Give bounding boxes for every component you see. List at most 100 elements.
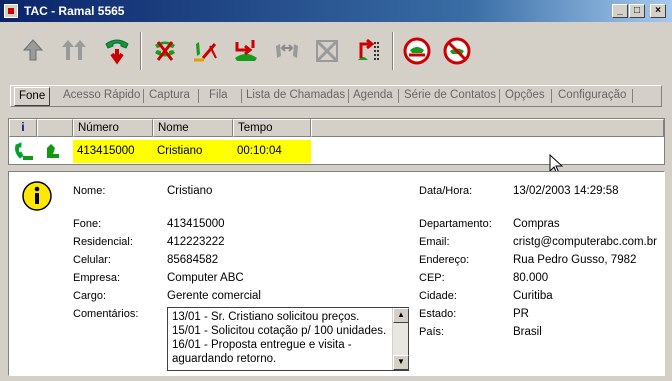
tab-separator <box>398 89 399 103</box>
tab-fone[interactable]: Fone <box>14 87 51 106</box>
conference-button[interactable] <box>308 32 346 70</box>
label-estado: Estado: <box>419 308 457 320</box>
contact-detail-panel: Nome: Cristiano Fone: 413415000 Residenc… <box>8 171 665 376</box>
call-numero[interactable]: 413415000 <box>73 140 153 163</box>
value-pais: Brasil <box>513 326 542 338</box>
column-header-tempo[interactable]: Tempo <box>233 119 311 137</box>
tab-acesso-rapido[interactable]: Acesso Rápido <box>63 89 140 104</box>
tab-agenda[interactable]: Agenda <box>353 89 393 104</box>
comments-scrollbar[interactable]: ▲ ▼ <box>392 308 409 370</box>
call-list[interactable]: i Número Nome Tempo 413415000 Cristiano … <box>8 118 665 165</box>
tab-separator <box>143 89 144 103</box>
answer-call-icon <box>22 39 44 61</box>
value-celular: 85684582 <box>167 254 219 266</box>
label-comentarios: Comentários: <box>73 308 139 320</box>
reject-call-button[interactable] <box>146 32 184 70</box>
label-endereco: Endereço: <box>419 254 470 266</box>
tab-fila[interactable]: Fila <box>209 89 228 104</box>
redirect-call-button[interactable] <box>349 32 387 70</box>
value-residencial: 412223222 <box>167 236 225 248</box>
call-tempo[interactable]: 00:10:04 <box>233 140 311 163</box>
call-nome[interactable]: Cristiano <box>153 140 233 163</box>
close-button[interactable]: × <box>650 4 666 18</box>
answer-conference-icon <box>62 40 86 60</box>
tab-separator <box>241 89 242 103</box>
answer-conference-button[interactable] <box>55 32 93 70</box>
do-not-disturb-icon <box>403 37 431 65</box>
info-icon <box>21 180 53 215</box>
hold-call-icon <box>194 42 217 62</box>
tab-captura[interactable]: Captura <box>149 89 190 104</box>
label-residencial: Residencial: <box>73 236 133 248</box>
comment-line: 15/01 - Solicitou cotação p/ 100 unidade… <box>172 325 387 337</box>
window-title: TAC - Ramal 5565 <box>24 4 125 18</box>
label-email: Email: <box>419 236 450 248</box>
conference-icon <box>315 39 339 63</box>
label-nome: Nome: <box>73 185 106 197</box>
label-departamento: Departamento: <box>419 218 492 230</box>
call-direction-icon[interactable] <box>43 140 65 163</box>
maximize-button[interactable]: □ <box>629 4 645 18</box>
minimize-button[interactable]: _ <box>612 4 628 18</box>
title-bar[interactable]: TAC - Ramal 5565 _ □ × <box>0 0 672 22</box>
comment-line: aguardando retorno. <box>172 353 277 365</box>
column-header-numero[interactable]: Número <box>73 119 153 137</box>
label-empresa: Empresa: <box>73 272 121 284</box>
tab-separator <box>198 89 199 103</box>
block-calls-button[interactable] <box>438 32 476 70</box>
do-not-disturb-button[interactable] <box>398 32 436 70</box>
value-cargo: Gerente comercial <box>167 290 261 302</box>
redirect-call-icon <box>358 38 379 60</box>
tab-separator <box>499 89 500 103</box>
label-data-hora: Data/Hora: <box>419 185 473 197</box>
label-fone: Fone: <box>73 218 102 230</box>
tab-configuracao[interactable]: Configuração <box>558 89 626 104</box>
hold-call-button[interactable] <box>186 32 224 70</box>
tab-separator <box>632 89 633 103</box>
value-departamento: Compras <box>513 218 560 230</box>
label-cep: CEP: <box>419 272 445 284</box>
column-header-nome[interactable]: Nome <box>153 119 233 137</box>
block-calls-icon <box>443 37 471 65</box>
pickup-button[interactable] <box>268 32 306 70</box>
pickup-icon <box>276 44 298 58</box>
tab-separator <box>348 89 349 103</box>
value-endereco: Rua Pedro Gusso, 7982 <box>513 254 637 266</box>
incoming-call-icon <box>47 144 59 158</box>
reject-call-icon <box>155 41 175 61</box>
label-cargo: Cargo: <box>73 290 107 302</box>
app-icon[interactable] <box>4 4 18 18</box>
answer-call-button[interactable] <box>14 32 52 70</box>
value-cidade: Curitiba <box>513 290 553 302</box>
toolbar <box>2 24 670 78</box>
toolbar-separator <box>392 32 394 70</box>
scroll-up-button[interactable]: ▲ <box>393 308 409 323</box>
value-estado: PR <box>513 308 529 320</box>
scroll-down-button[interactable]: ▼ <box>393 355 409 370</box>
transfer-call-icon <box>235 40 257 61</box>
tab-lista-de-chamadas[interactable]: Lista de Chamadas <box>246 89 345 104</box>
comments-textarea[interactable]: 13/01 - Sr. Cristiano solicitou preços. … <box>167 307 409 371</box>
tab-serie-de-contatos[interactable]: Série de Contatos <box>404 89 496 104</box>
call-status-icon[interactable] <box>11 140 37 163</box>
hangup-button[interactable] <box>98 32 136 70</box>
hangup-icon <box>105 39 129 65</box>
value-nome: Cristiano <box>167 185 213 197</box>
value-data-hora: 13/02/2003 14:29:58 <box>513 185 619 197</box>
value-fone: 413415000 <box>167 218 225 230</box>
label-pais: País: <box>419 326 445 338</box>
column-header-info[interactable]: i <box>9 119 37 137</box>
value-cep: 80.000 <box>513 272 549 284</box>
phone-ringing-icon <box>15 142 33 160</box>
column-header-empty <box>311 119 664 137</box>
tab-bar: Fone Acesso Rápido Captura Fila Lista de… <box>10 85 662 107</box>
column-header-status[interactable] <box>37 119 73 137</box>
transfer-call-button[interactable] <box>227 32 265 70</box>
tab-separator <box>551 89 552 103</box>
label-cidade: Cidade: <box>419 290 457 302</box>
value-email: cristg@computerabc.com.br <box>513 236 657 248</box>
comment-line: 13/01 - Sr. Cristiano solicitou preços. <box>172 311 360 323</box>
tab-opcoes[interactable]: Opções <box>505 89 545 104</box>
comment-line: 16/01 - Proposta entregue e visita - <box>172 339 352 351</box>
value-empresa: Computer ABC <box>167 272 244 284</box>
